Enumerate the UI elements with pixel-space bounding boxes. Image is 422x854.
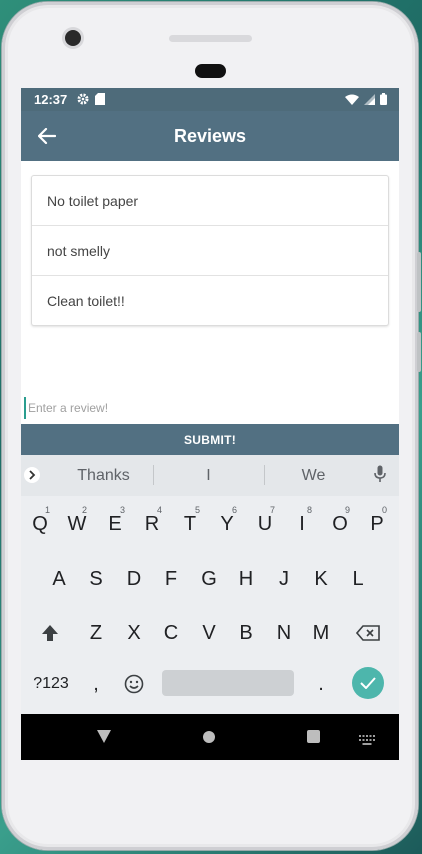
key-z[interactable]: Z: [79, 610, 113, 656]
key-r[interactable]: R4: [135, 501, 169, 547]
review-item[interactable]: not smelly: [32, 226, 388, 276]
phone-frame: 12:37 Reviews No toilet paper not smelly…: [2, 2, 421, 850]
nav-recents-button[interactable]: [307, 730, 320, 743]
suggestion[interactable]: Thanks: [66, 467, 141, 485]
gear-icon: [77, 92, 89, 110]
key-x[interactable]: X: [117, 610, 151, 656]
suggestion-bar: Thanks I We: [21, 455, 399, 496]
suggestion[interactable]: We: [276, 467, 351, 485]
review-item[interactable]: Clean toilet!!: [32, 276, 388, 325]
signal-icon: [364, 92, 375, 110]
key-f[interactable]: F: [154, 556, 188, 602]
triangle-back-icon: [97, 730, 111, 743]
keyboard-icon: [359, 735, 375, 745]
key-u[interactable]: U7: [248, 501, 282, 547]
key-l[interactable]: L: [341, 556, 375, 602]
emoji-key[interactable]: [117, 661, 151, 707]
key-g[interactable]: G: [192, 556, 226, 602]
key-w[interactable]: W2: [60, 501, 94, 547]
shift-key[interactable]: [33, 610, 67, 656]
page-title: Reviews: [173, 126, 247, 146]
volume-button: [417, 252, 421, 312]
key-n[interactable]: N: [267, 610, 301, 656]
key-p[interactable]: P0: [360, 501, 394, 547]
suggestion[interactable]: I: [171, 467, 246, 485]
front-camera: [65, 30, 81, 46]
nav-back-button[interactable]: [97, 730, 111, 748]
submit-button[interactable]: SUBMIT!: [21, 424, 399, 455]
checkmark-icon: [360, 677, 376, 689]
navigation-bar: [21, 714, 399, 760]
review-item[interactable]: No toilet paper: [32, 176, 388, 226]
period-key[interactable]: .: [304, 661, 338, 707]
key-v[interactable]: V: [192, 610, 226, 656]
review-list: No toilet paper not smelly Clean toilet!…: [31, 175, 389, 326]
sd-card-icon: [95, 92, 105, 110]
key-j[interactable]: J: [267, 556, 301, 602]
earpiece: [195, 64, 226, 78]
backspace-key[interactable]: [351, 610, 385, 656]
speaker-grille: [169, 35, 252, 42]
expand-suggestions-button[interactable]: [24, 467, 40, 483]
chevron-right-icon: [29, 470, 36, 480]
emoji-icon: [124, 674, 144, 694]
symbols-key[interactable]: ?123: [29, 661, 73, 707]
app-bar: Reviews: [21, 111, 399, 161]
key-c[interactable]: C: [154, 610, 188, 656]
key-h[interactable]: H: [229, 556, 263, 602]
review-input[interactable]: [24, 397, 399, 419]
microphone-button[interactable]: [374, 465, 386, 488]
soft-keyboard: Thanks I We Q1 W2 E3 R4 T5 Y6 U7 I8 O 9 …: [21, 455, 399, 714]
key-i[interactable]: I8: [285, 501, 319, 547]
key-d[interactable]: D: [117, 556, 151, 602]
key-b[interactable]: B: [229, 610, 263, 656]
enter-key[interactable]: [352, 667, 384, 699]
key-y[interactable]: Y6: [210, 501, 244, 547]
key-m[interactable]: M: [304, 610, 338, 656]
key-t[interactable]: T5: [173, 501, 207, 547]
key-a[interactable]: A: [42, 556, 76, 602]
suggestion-divider: [153, 465, 154, 485]
comma-key[interactable]: ,: [79, 661, 113, 707]
microphone-icon: [374, 465, 386, 482]
status-bar: 12:37: [21, 88, 399, 111]
screen: 12:37 Reviews No toilet paper not smelly…: [21, 88, 399, 760]
space-key[interactable]: [162, 670, 294, 696]
battery-icon: [380, 92, 387, 110]
power-button: [417, 332, 421, 372]
suggestion-divider: [264, 465, 265, 485]
shift-icon: [42, 625, 58, 641]
keyboard-switch-button[interactable]: [359, 732, 375, 750]
status-time: 12:37: [34, 92, 68, 107]
nav-home-button[interactable]: [203, 731, 215, 743]
key-q[interactable]: Q1: [23, 501, 57, 547]
key-e[interactable]: E3: [98, 501, 132, 547]
key-o[interactable]: O9: [323, 501, 357, 547]
wifi-icon: [345, 92, 359, 110]
key-k[interactable]: K: [304, 556, 338, 602]
key-s[interactable]: S: [79, 556, 113, 602]
backspace-icon: [356, 625, 380, 641]
